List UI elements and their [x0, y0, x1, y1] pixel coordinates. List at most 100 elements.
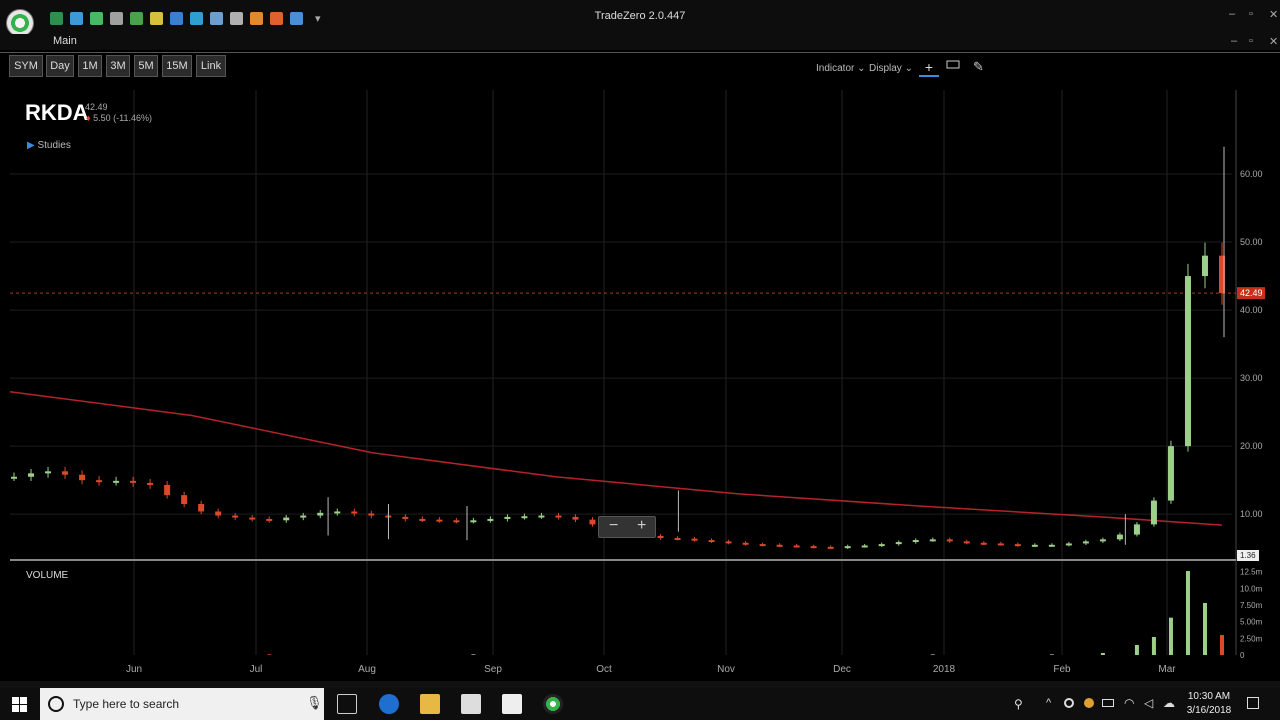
candle-body: [504, 516, 511, 519]
tray-app-icon[interactable]: [1084, 698, 1094, 708]
volume-bar: [267, 654, 272, 655]
studies-toggle[interactable]: ▶ Studies: [27, 140, 71, 151]
volume-marker-label: 1.36: [1240, 551, 1256, 560]
minimize-icon[interactable]: –: [1229, 8, 1235, 20]
candle-body: [164, 484, 171, 496]
candle-body: [776, 544, 783, 547]
indicator-dropdown[interactable]: Indicator ⌄: [816, 63, 866, 74]
price-axis-label: 10.00: [1240, 509, 1263, 519]
volume-bar: [1049, 654, 1054, 655]
clock-time: 10:30 AM: [1187, 691, 1231, 702]
candle-body: [1184, 276, 1191, 447]
tradezero-taskbar-icon[interactable]: [543, 694, 563, 714]
candle-body: [827, 546, 834, 549]
volume-axis-label: 0: [1240, 651, 1245, 660]
timeframe-button-day[interactable]: Day: [46, 55, 74, 77]
crosshair-icon[interactable]: +: [919, 59, 939, 77]
microphone-icon[interactable]: 🎙: [306, 695, 323, 711]
candle-body: [79, 474, 86, 481]
volume-label: VOLUME: [26, 570, 69, 581]
volume-axis-label: 2.50m: [1240, 634, 1263, 643]
display-dropdown[interactable]: Display ⌄: [869, 63, 913, 74]
volume-icon[interactable]: ◁: [1144, 696, 1153, 710]
volume-bar: [1100, 653, 1105, 655]
mail-icon[interactable]: [502, 694, 522, 714]
candle-body: [589, 519, 596, 525]
candle-body: [1048, 544, 1055, 547]
timeframe-button-5m[interactable]: 5M: [134, 55, 158, 77]
time-axis-label: Aug: [358, 664, 376, 675]
tray-chevron-icon[interactable]: ^: [1046, 697, 1051, 709]
candle-body: [946, 539, 953, 542]
time-axis-label: Dec: [833, 664, 851, 675]
people-icon[interactable]: ⚲: [1014, 697, 1023, 711]
studies-label: Studies: [37, 140, 71, 151]
candle-body: [895, 542, 902, 545]
last-price: 42.49: [85, 102, 108, 112]
taskbar-clock[interactable]: 10:30 AM 3/16/2018: [1180, 690, 1238, 718]
window-title: TradeZero 2.0.447: [594, 10, 686, 22]
candle-body: [1201, 255, 1208, 277]
store-icon[interactable]: [461, 694, 481, 714]
zoom-in-icon[interactable]: +: [637, 517, 646, 535]
price-axis-label: 50.00: [1240, 237, 1263, 247]
price-chart[interactable]: 60.00 50.00 40.00 30.00 20.00 10.00 42.49 1.36 1…: [0, 90, 1280, 680]
child-close-icon[interactable]: ✕: [1269, 35, 1278, 48]
volume-axis-label: 7.50m: [1240, 601, 1263, 610]
child-minimize-icon[interactable]: –: [1231, 35, 1237, 47]
cortana-icon: [48, 696, 64, 712]
menu-main[interactable]: Main: [53, 35, 77, 47]
chevron-down-icon: ⌄: [904, 63, 913, 74]
time-axis-label: Mar: [1158, 664, 1176, 675]
candle-body: [521, 516, 528, 519]
zoom-out-icon[interactable]: −: [609, 517, 618, 535]
menu-bar: [0, 34, 1280, 50]
volume-bar: [1185, 571, 1190, 655]
candle-body: [1065, 543, 1072, 546]
wifi-icon[interactable]: ◠: [1124, 696, 1134, 710]
notifications-icon[interactable]: [1247, 697, 1259, 709]
price-change: ♦ 5.50 (-11.46%): [86, 113, 152, 123]
candle-body: [572, 516, 579, 520]
zoom-control: − +: [598, 516, 656, 538]
candle-body: [436, 519, 443, 522]
volume-bar: [1134, 645, 1139, 655]
timeframe-button-1m[interactable]: 1M: [78, 55, 102, 77]
candle-body: [487, 518, 494, 521]
maximize-icon[interactable]: ▫: [1249, 8, 1253, 20]
candle-body: [1082, 541, 1089, 544]
timeframe-button-15m[interactable]: 15M: [162, 55, 192, 77]
volume-axis-label: 10.0m: [1240, 584, 1263, 593]
candle-body: [963, 541, 970, 544]
candle-body: [62, 471, 69, 475]
last-price-marker-label: 42.49: [1240, 288, 1263, 298]
onedrive-icon[interactable]: ☁: [1163, 696, 1175, 710]
battery-icon[interactable]: [1102, 699, 1114, 707]
link-button[interactable]: Link: [196, 55, 226, 77]
candle-body: [793, 545, 800, 548]
time-axis-label: 2018: [933, 664, 956, 675]
tray-app-icon[interactable]: [1064, 698, 1074, 708]
triangle-right-icon: ▶: [27, 140, 35, 151]
close-icon[interactable]: ✕: [1269, 8, 1278, 21]
edge-browser-icon[interactable]: [379, 694, 399, 714]
candle-body: [453, 520, 460, 523]
timeframe-button-3m[interactable]: 3M: [106, 55, 130, 77]
candle-body: [980, 542, 987, 545]
clock-date: 3/16/2018: [1186, 705, 1232, 716]
candle-body: [249, 517, 256, 520]
candle-body: [317, 512, 324, 516]
candle-body: [300, 515, 307, 518]
candle-body: [1150, 500, 1157, 525]
task-view-icon[interactable]: [337, 694, 357, 714]
comment-icon[interactable]: [946, 60, 960, 70]
child-maximize-icon[interactable]: ▫: [1249, 35, 1253, 47]
timeframe-button-sym[interactable]: SYM: [9, 55, 43, 77]
windows-start-icon[interactable]: [12, 697, 27, 712]
candle-body: [419, 518, 426, 521]
candle-body: [691, 538, 698, 541]
title-bar: ▾ TradeZero 2.0.447 – ▫ ✕: [0, 0, 1280, 37]
file-explorer-icon[interactable]: [420, 694, 440, 714]
candle-body: [28, 473, 35, 477]
pencil-icon[interactable]: ✎: [973, 59, 984, 75]
